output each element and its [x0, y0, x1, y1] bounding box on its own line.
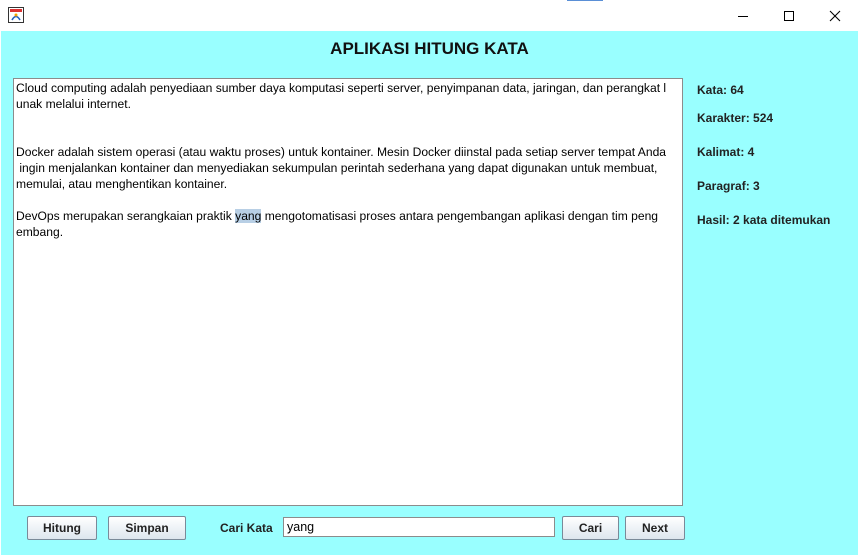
close-icon	[829, 10, 841, 21]
next-button[interactable]: Next	[625, 516, 685, 540]
app-panel: APLIKASI HITUNG KATA Cloud computing ada…	[1, 31, 858, 555]
editor-line: Cloud computing adalah penyediaan sumber…	[16, 81, 667, 95]
simpan-button[interactable]: Simpan	[108, 516, 186, 540]
maximize-icon	[784, 10, 794, 21]
editor-line: embang.	[16, 225, 64, 239]
editor-line: DevOps merupakan serangkaian praktik yan…	[16, 208, 680, 224]
editor-text: mengotomatisasi proses antara pengembang…	[261, 209, 659, 223]
editor-text: DevOps merupakan serangkaian praktik	[16, 209, 236, 223]
minimize-icon	[738, 15, 748, 17]
app-title: APLIKASI HITUNG KATA	[330, 39, 529, 58]
hitung-button[interactable]: Hitung	[27, 516, 97, 540]
search-highlight: yang	[235, 209, 262, 223]
stat-kata: Kata: 64	[697, 83, 744, 97]
stat-kalimat: Kalimat: 4	[697, 145, 755, 159]
java-app-icon	[8, 7, 24, 23]
stat-hasil: Hasil: 2 kata ditemukan	[697, 213, 831, 227]
cari-kata-label: Cari Kata	[220, 521, 273, 535]
text-editor[interactable]: Cloud computing adalah penyediaan sumber…	[13, 78, 683, 506]
stat-paragraf: Paragraf: 3	[697, 179, 760, 193]
close-button[interactable]	[812, 0, 858, 31]
maximize-button[interactable]	[766, 0, 812, 31]
editor-line: unak melalui internet.	[16, 97, 131, 111]
minimize-button[interactable]	[720, 0, 766, 31]
stat-karakter: Karakter: 524	[697, 111, 774, 125]
editor-line: Docker adalah sistem operasi (atau waktu…	[16, 145, 667, 159]
window-titlebar	[0, 0, 859, 31]
titlebar-accent-line	[567, 0, 603, 1]
editor-line: memulai, atau menghentikan kontainer.	[16, 177, 228, 191]
search-input[interactable]	[283, 517, 555, 537]
editor-line: ingin menjalankan kontainer dan menyedia…	[16, 161, 658, 175]
cari-button[interactable]: Cari	[562, 516, 619, 540]
